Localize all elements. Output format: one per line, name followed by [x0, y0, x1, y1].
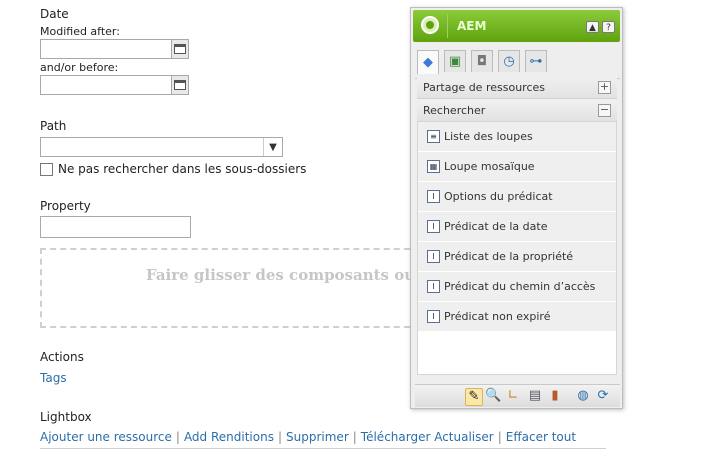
delete-link[interactable]: Supprimer: [286, 430, 349, 444]
date-heading: Date: [40, 7, 69, 21]
section-label: Rechercher: [423, 104, 486, 117]
actions-heading: Actions: [40, 350, 84, 364]
workflow-tab-icon[interactable]: ⊶: [525, 50, 547, 72]
component-item[interactable]: ▦ Loupe mosaïque: [418, 152, 616, 182]
add-renditions-link[interactable]: Add Renditions: [184, 430, 274, 444]
collapse-icon[interactable]: −: [598, 104, 611, 117]
property-input[interactable]: [40, 216, 191, 238]
link-separator: |: [497, 430, 502, 444]
aem-sidekick[interactable]: AEM ▲ ? ◆ ▣ ◘ ◷ ⊶ Partage de ressources …: [410, 7, 623, 409]
component-item[interactable]: I Prédicat de la date: [418, 212, 616, 242]
calendar-icon: [174, 80, 186, 90]
sidekick-header[interactable]: AEM ▲ ?: [413, 10, 620, 42]
no-subfolders-label: Ne pas rechercher dans les sous-dossiers: [58, 162, 307, 176]
link-separator: |: [175, 430, 180, 444]
component-item[interactable]: I Prédicat de la propriété: [418, 242, 616, 272]
link-separator: |: [277, 430, 283, 444]
section-search[interactable]: Rechercher −: [417, 100, 617, 122]
refresh-icon[interactable]: ⟳: [595, 388, 611, 404]
predicate-icon: I: [427, 310, 440, 323]
help-button[interactable]: ?: [602, 21, 615, 33]
before-label: and/or before:: [40, 61, 119, 74]
predicate-icon: I: [427, 190, 440, 203]
property-heading: Property: [40, 199, 91, 213]
chevron-down-icon[interactable]: ▼: [263, 138, 282, 156]
component-label: Prédicat de la propriété: [444, 250, 574, 263]
before-calendar-button[interactable]: [171, 75, 189, 95]
path-select[interactable]: ▼: [40, 137, 283, 157]
sidekick-title: AEM: [457, 19, 487, 33]
calendar-icon: [174, 44, 186, 54]
component-item[interactable]: ≡ Liste des loupes: [418, 122, 616, 152]
sidekick-footer: ✎ 🔍 ∟ ▤ ▮ ◍ ⟳: [415, 384, 620, 407]
component-item[interactable]: I Options du prédicat: [418, 182, 616, 212]
expand-icon[interactable]: +: [598, 81, 611, 94]
component-label: Loupe mosaïque: [444, 160, 535, 173]
edit-icon[interactable]: ✎: [465, 388, 483, 406]
section-asset-share[interactable]: Partage de ressources +: [417, 77, 617, 99]
component-label: Liste des loupes: [444, 130, 533, 143]
versioning-tab-icon[interactable]: ◷: [498, 50, 520, 72]
no-subfolders-checkbox[interactable]: [40, 163, 53, 176]
section-label: Partage de ressources: [423, 81, 545, 94]
modified-after-calendar-button[interactable]: [171, 39, 189, 59]
predicate-icon: I: [427, 250, 440, 263]
search-icon[interactable]: 🔍: [485, 388, 501, 404]
page-tab-icon[interactable]: ▣: [444, 50, 466, 72]
ruler-icon[interactable]: ∟: [505, 388, 521, 404]
predicate-icon: I: [427, 280, 440, 293]
components-tab-icon[interactable]: ◆: [417, 50, 439, 74]
add-asset-link[interactable]: Ajouter une ressource: [40, 430, 172, 444]
component-label: Options du prédicat: [444, 190, 553, 203]
component-item[interactable]: I Prédicat du chemin d’accès: [418, 272, 616, 302]
path-heading: Path: [40, 119, 67, 133]
modified-after-label: Modified after:: [40, 25, 120, 38]
link-separator: |: [352, 430, 357, 444]
globe-icon[interactable]: ◍: [575, 388, 591, 404]
lightbox-links: Ajouter une ressource | Add Renditions | Sup…: [40, 430, 576, 444]
divider: [40, 448, 606, 449]
component-list: ≡ Liste des loupes ▦ Loupe mosaïque I Op…: [417, 121, 617, 375]
dropzone-text: Faire glisser des composants ou ressourc…: [146, 266, 418, 284]
download-refresh-link[interactable]: Télécharger Actualiser: [361, 430, 494, 444]
clear-all-link[interactable]: Effacer tout: [506, 430, 576, 444]
component-label: Prédicat de la date: [444, 220, 548, 233]
component-dropzone[interactable]: Faire glisser des composants ou ressourc…: [40, 248, 420, 328]
component-label: Prédicat non expiré: [444, 310, 551, 323]
page-icon[interactable]: ▤: [527, 388, 543, 404]
header-divider: [447, 14, 448, 38]
lightbox-heading: Lightbox: [40, 410, 92, 424]
before-date-field[interactable]: [40, 75, 188, 95]
grid-icon: ▦: [427, 160, 440, 173]
aem-logo-icon: [421, 16, 439, 34]
sidekick-tabs: ◆ ▣ ◘ ◷ ⊶: [415, 46, 620, 79]
modified-after-field[interactable]: [40, 39, 188, 59]
tags-link[interactable]: Tags: [40, 371, 67, 385]
collapse-button[interactable]: ▲: [586, 21, 599, 33]
component-item[interactable]: I Prédicat non expiré: [418, 302, 616, 332]
list-icon: ≡: [427, 130, 440, 143]
lock-tab-icon[interactable]: ◘: [471, 50, 493, 72]
design-icon[interactable]: ▮: [547, 388, 563, 404]
predicate-icon: I: [427, 220, 440, 233]
component-label: Prédicat du chemin d’accès: [444, 280, 596, 293]
